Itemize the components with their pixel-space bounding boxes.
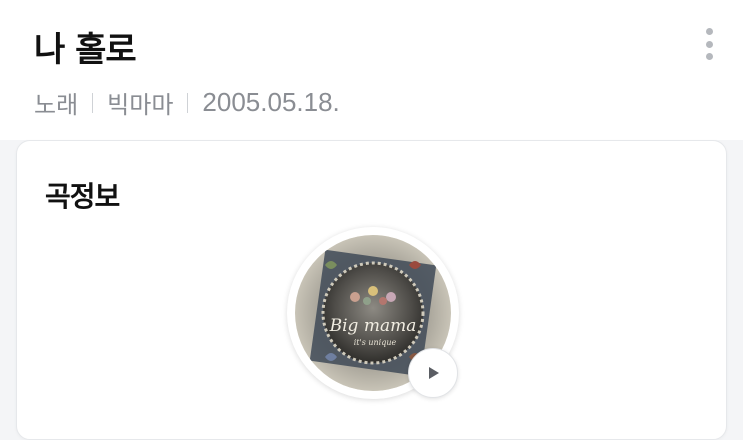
card-title: 곡정보 (45, 180, 120, 213)
artist-link[interactable]: 빅마마 (107, 85, 173, 120)
song-info-card: 곡정보 Big mama it's unique (16, 140, 727, 440)
song-header: 나 홀로 노래 빅마마 2005.05.18. (0, 0, 743, 140)
album-cover-text: Big mama (329, 316, 417, 336)
song-type: 노래 (34, 91, 79, 119)
more-options-button[interactable] (694, 24, 724, 64)
meta-divider (187, 92, 189, 113)
album-cover-subtext: it's unique (354, 338, 397, 347)
more-vertical-icon-dot (705, 53, 713, 60)
play-button[interactable] (408, 348, 458, 398)
release-date: 2005.05.18. (202, 87, 340, 117)
song-title: 나 홀로 (34, 30, 137, 70)
more-vertical-icon (705, 28, 713, 35)
song-meta: 노래 빅마마 2005.05.18. (34, 85, 340, 120)
album-cover[interactable]: Big mama it's unique (287, 227, 459, 399)
more-vertical-icon-dot (705, 40, 713, 48)
play-icon (429, 367, 439, 379)
meta-divider (92, 92, 94, 113)
